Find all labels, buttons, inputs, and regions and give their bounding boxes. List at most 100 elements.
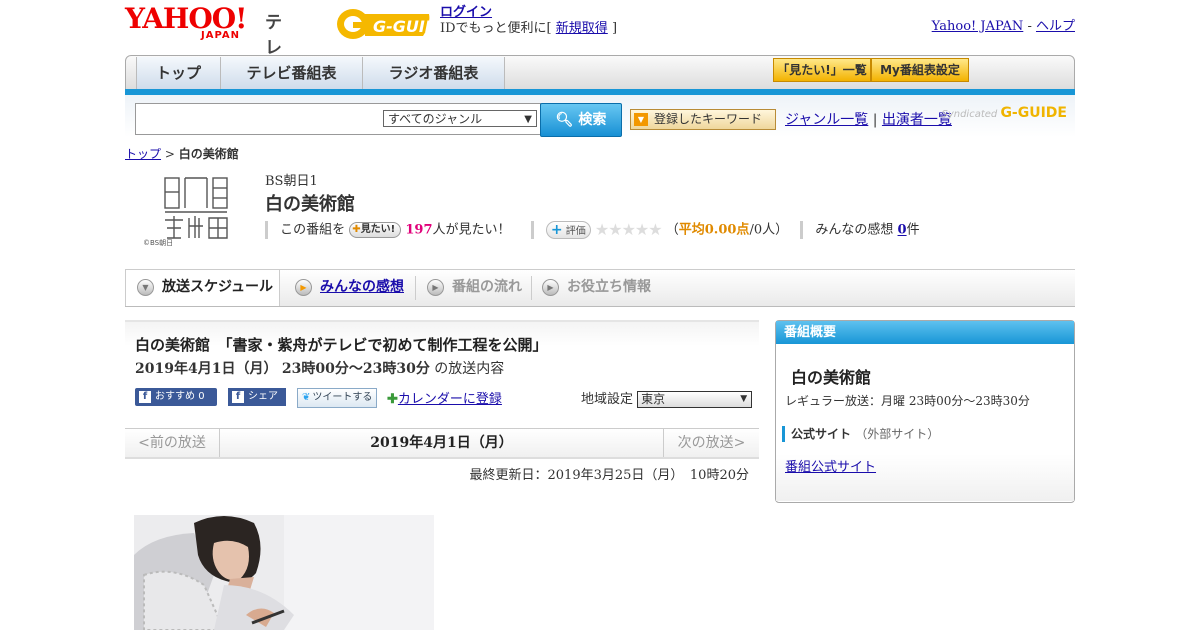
gguide-logo[interactable]: G-GUIDE [335,6,449,42]
tab-program-flow[interactable]: ▶ 番組の流れ [427,270,522,306]
yahoo-japan-link[interactable]: Yahoo! JAPAN [932,19,1024,34]
impressions-label: みんなの感想 [815,222,894,238]
divider [530,221,534,239]
play-icon: ▶ [542,278,559,296]
yahoo-logo[interactable]: YAHOO! JAPAN テレビ [125,4,282,84]
genre-select-value: すべてのジャンル [388,112,483,126]
gguide-logo-icon: G-GUIDE [337,9,449,39]
search-link-sep: | [872,112,878,128]
calendar-link[interactable]: カレンダーに登録 [398,392,502,407]
facebook-recommend-button[interactable]: f おすすめ 0 [135,388,217,406]
program-logo: ©BS朝日 [143,176,233,248]
facebook-share-button[interactable]: f シェア [228,388,286,406]
chevron-down-icon: ▼ [740,394,748,404]
keyword-button-label: 登録したキーワード [654,112,763,126]
tab-useful-info[interactable]: ▶ お役立ち情報 [542,270,651,306]
tab-schedule-label: 放送スケジュール [162,279,274,295]
tab-useful-info-label: お役立ち情報 [567,279,651,295]
program-title: 白の美術館 [265,194,355,215]
official-site-link[interactable]: 番組公式サイト [785,456,876,475]
mitai-button-label: 見たい! [360,224,396,235]
rating-open: （ [665,222,679,238]
tab-program-flow-label: 番組の流れ [452,279,522,295]
top-links: Yahoo! JAPAN - ヘルプ [932,15,1075,34]
plus-icon: ✚ [352,224,361,235]
broadcast-pager: <前の放送 2019年4月1日（月） 次の放送> [125,428,759,459]
calendar-register[interactable]: ✚カレンダーに登録 [387,388,502,407]
program-summary: 番組概要 白の美術館 レギュラー放送：月曜 23時00分～23時30分 公式サイ… [775,320,1075,503]
official-site-note: （外部サイト） [855,427,940,441]
tab-impressions-label: みんなの感想 [320,279,404,295]
breadcrumb: トップ > 白の美術館 [125,145,239,162]
play-icon: ▶ [427,278,444,296]
search-links: ジャンル一覧 | 出演者一覧 [785,109,952,129]
nav-tab-tv-guide[interactable]: テレビ番組表 [220,57,363,89]
program-info: この番組を ✚見たい! 197人が見たい！ + 評価 ★★★★★ （平均0.00… [265,221,920,239]
prev-broadcast-link[interactable]: <前の放送 [125,429,220,457]
air-date: 2019年4月1日（月） [135,361,278,377]
watchlist-button[interactable]: 「見たい!」一覧 [773,58,871,82]
play-icon: ▶ [295,278,312,296]
breadcrumb-top[interactable]: トップ [125,147,161,161]
search-button-label: 検索 [578,112,607,128]
episode-photo [134,515,434,630]
tab-schedule[interactable]: ▼ 放送スケジュール [125,270,280,306]
next-broadcast-link[interactable]: 次の放送> [663,429,759,457]
my-guide-button[interactable]: My番組表設定 [871,58,969,82]
air-time: 23時00分～23時30分 [281,361,430,377]
region-select-value: 東京 [641,392,666,406]
divider [800,221,804,239]
rate-button[interactable]: + 評価 [545,221,591,239]
share-label: シェア [248,391,278,402]
broadcast-detail: 白の美術館 「書家・紫舟がテレビで初めて制作工程を公開」 2019年4月1日（月… [125,320,759,630]
channel-name: BS朝日1 [265,174,318,189]
summary-header: 番組概要 [776,321,1074,344]
recommend-count: 0 [198,391,205,402]
rate-button-label: 評価 [565,226,586,237]
global-nav: トップ テレビ番組表 ラジオ番組表 「見たい!」一覧 My番組表設定 [125,55,1075,91]
summary-body: 白の美術館 レギュラー放送：月曜 23時00分～23時30分 公式サイト （外部… [776,344,1074,501]
gguide-logo-label: G-GUIDE [373,17,431,36]
genre-list-link[interactable]: ジャンル一覧 [785,112,868,128]
genre-select[interactable]: すべてのジャンル ▼ [383,110,537,127]
region-select[interactable]: 東京 ▼ [637,391,753,408]
tweet-label: ツイートする [312,392,373,403]
plus-icon: + [550,222,563,238]
watch-count: 197 [405,222,433,238]
calendar-add-icon: ✚ [387,392,398,407]
register-link[interactable]: 新規取得 [556,21,608,36]
syndicated-brand: G-GUIDE [1000,105,1067,121]
login-link[interactable]: ログイン [440,5,492,20]
program-tabs: ▼ 放送スケジュール ▶ みんなの感想 ▶ 番組の流れ ▶ お役立ち情報 [125,269,1075,307]
play-icon: ▼ [137,278,154,296]
star-rating[interactable]: ★★★★★ [595,220,663,239]
search-button[interactable]: 🔍︎ 検索 [540,103,622,137]
twitter-bird-icon: ❦ [302,392,311,403]
region-setting: 地域設定 東京 ▼ [581,388,753,408]
breadcrumb-current: 白の美術館 [178,147,239,161]
mitai-button[interactable]: ✚見たい! [349,222,402,238]
facebook-icon: f [139,391,151,403]
air-datetime: 2019年4月1日（月） 23時00分～23時30分 の放送内容 [135,358,504,378]
page: YAHOO! JAPAN テレビ G-GUIDE ログイン IDでもっと便利に[… [125,0,1075,630]
tab-impressions[interactable]: ▶ みんなの感想 [295,270,404,306]
tab-divider [415,276,416,300]
nav-tab-top[interactable]: トップ [136,57,221,89]
episode-title: 白の美術館 「書家・紫舟がテレビで初めて制作工程を公開」 [135,336,548,354]
help-link[interactable]: ヘルプ [1036,19,1075,34]
air-suffix: の放送内容 [434,361,505,377]
tab-divider [531,276,532,300]
keyword-button[interactable]: ▼ 登録したキーワード [630,109,776,130]
login-close: ] [611,21,618,36]
impressions-count-link[interactable]: 0 [898,223,907,238]
tweet-button[interactable]: ❦ ツイートする [297,388,377,408]
nav-tab-radio-guide[interactable]: ラジオ番組表 [362,57,505,89]
rating-count: /0人） [749,222,789,238]
search-icon: 🔍︎ [555,112,574,128]
official-site-label: 公式サイト [791,427,852,441]
breadcrumb-sep: > [164,147,175,161]
program-logo-credit: ©BS朝日 [143,239,174,247]
episode-photo-image [134,515,434,630]
last-updated: 最終更新日：2019年3月25日（月） 10時20分 [469,468,749,483]
login-area: ログイン IDでもっと便利に[ 新規取得 ] [440,5,617,37]
